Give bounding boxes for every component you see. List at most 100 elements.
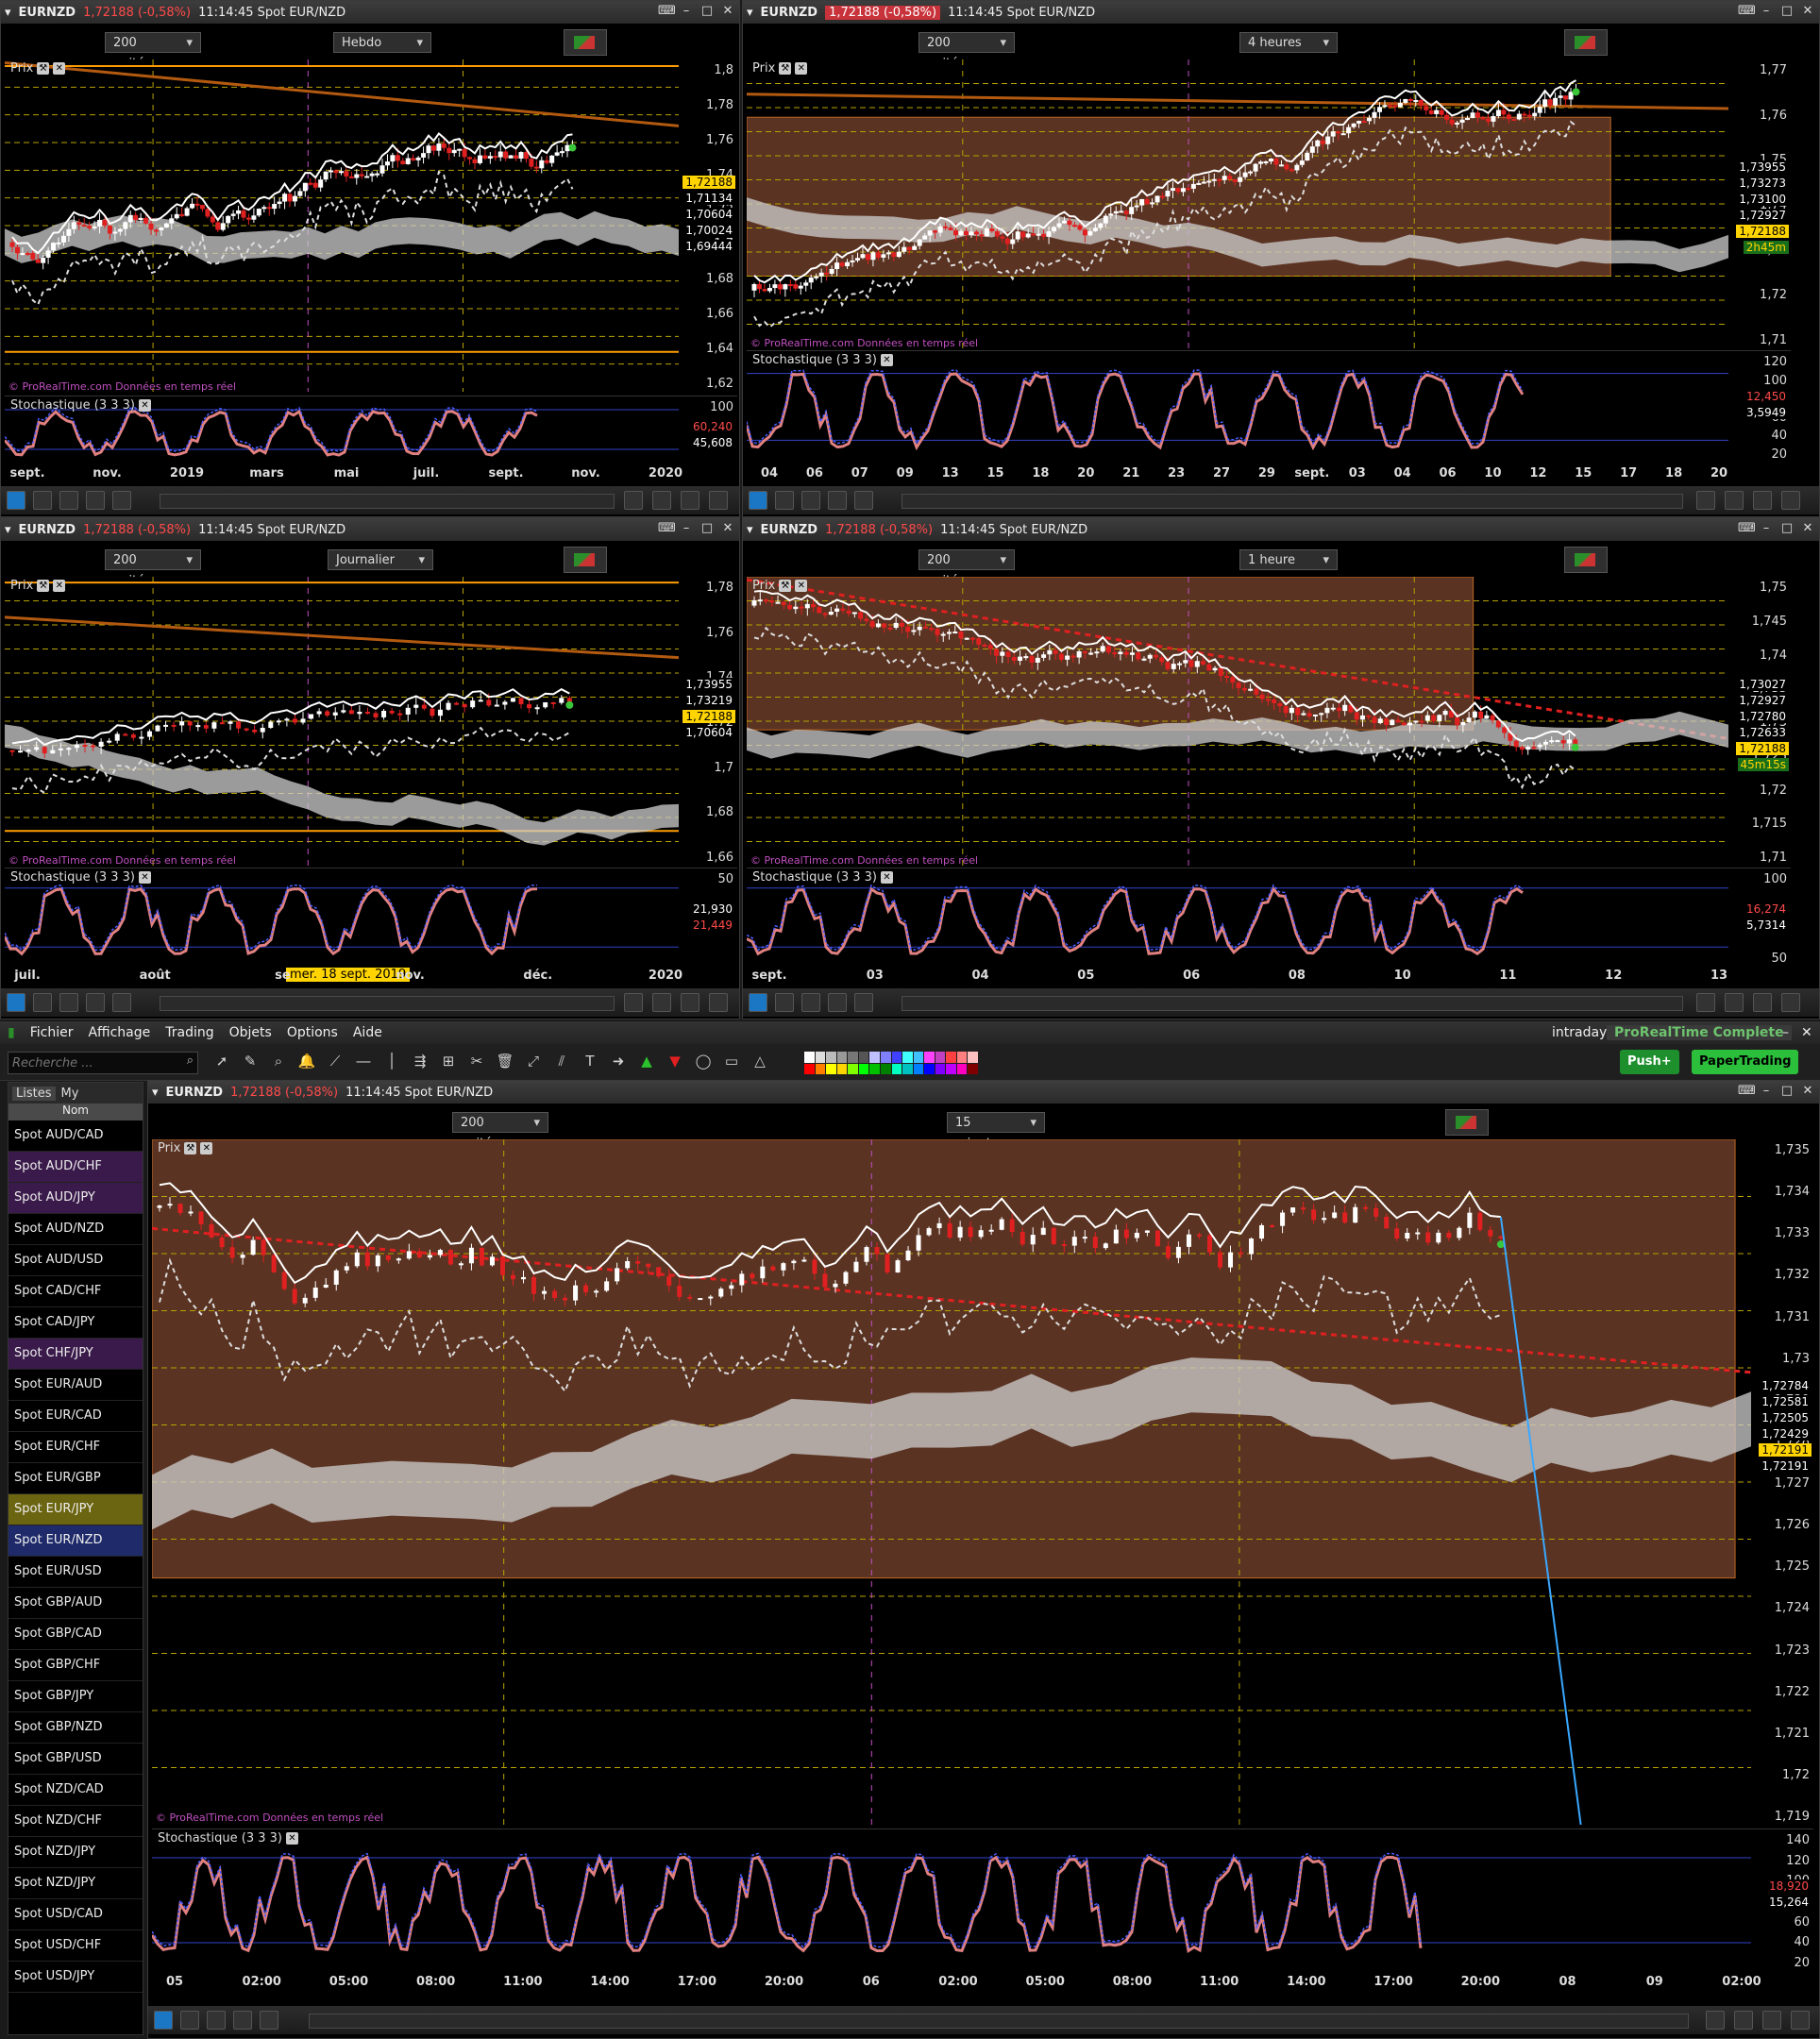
color-palette[interactable]: [804, 1052, 978, 1074]
close-icon[interactable]: ✕: [795, 62, 808, 75]
stochastic-axis[interactable]: 100 50 16,274 5,7314: [1728, 868, 1791, 967]
color-swatch[interactable]: [836, 1063, 848, 1074]
export-icon[interactable]: [854, 491, 873, 510]
price-chart[interactable]: Prix⚒✕ 1,771,761,751,741,731,721,711,739…: [747, 59, 1791, 348]
watchlist-item[interactable]: Spot AUD/JPY: [8, 1183, 143, 1214]
alert-bell-icon[interactable]: 🔔: [296, 1050, 317, 1072]
color-swatch[interactable]: [913, 1063, 924, 1074]
menu-objets[interactable]: Objets: [222, 1025, 279, 1040]
menu-aide[interactable]: Aide: [345, 1025, 390, 1040]
stochastic-axis[interactable]: 50 21,930 21,449: [679, 868, 737, 967]
watchlist-item[interactable]: Spot GBP/NZD: [8, 1712, 143, 1744]
ellipse-icon[interactable]: ◯: [693, 1050, 714, 1072]
share-icon[interactable]: [749, 993, 767, 1012]
indicator-icon[interactable]: [59, 491, 78, 510]
indicator-icon[interactable]: [59, 993, 78, 1012]
stochastic-panel[interactable]: Stochastique (3 3 3) ✕ 50 21,930 21,449: [5, 868, 737, 967]
tab-my[interactable]: My: [61, 1087, 79, 1101]
close-icon[interactable]: ✕: [53, 62, 66, 75]
sell-arrow-icon[interactable]: ▼: [665, 1050, 685, 1072]
watchlist-item[interactable]: Spot NZD/JPY: [8, 1868, 143, 1899]
watchlist-item[interactable]: Spot GBP/USD: [8, 1744, 143, 1775]
zoom-out-icon[interactable]: [681, 993, 699, 1012]
watchlist-item[interactable]: Spot NZD/CHF: [8, 1806, 143, 1837]
chevron-down-icon[interactable]: ▾: [5, 523, 11, 537]
watchlist-item[interactable]: Spot AUD/NZD: [8, 1214, 143, 1245]
time-axis[interactable]: sept. nov. 2019 mars mai juil. sept. nov. 2020: [5, 463, 737, 484]
zoom-out-icon[interactable]: [1762, 2011, 1781, 2030]
share-icon[interactable]: [749, 491, 767, 510]
color-swatch[interactable]: [858, 1052, 869, 1063]
screenshot-icon[interactable]: [828, 491, 847, 510]
export-icon[interactable]: [112, 993, 131, 1012]
menu-fichier[interactable]: Fichier: [23, 1025, 81, 1040]
trend-line[interactable]: [5, 615, 680, 660]
watchlist-item[interactable]: Spot GBP/CAD: [8, 1619, 143, 1650]
trash-icon[interactable]: 🗑: [495, 1050, 515, 1072]
color-swatch[interactable]: [935, 1063, 946, 1074]
zoom-in-icon[interactable]: [1791, 2011, 1810, 2030]
wrench-icon[interactable]: ⚒: [184, 1142, 197, 1154]
units-select[interactable]: 200 unités: [105, 32, 201, 71]
watchlist-item[interactable]: Spot NZD/JPY: [8, 1837, 143, 1868]
keyboard-icon[interactable]: ⌨: [658, 4, 676, 19]
menu-options[interactable]: Options: [279, 1025, 345, 1040]
screenshot-icon[interactable]: [233, 2011, 252, 2030]
trend-line[interactable]: [5, 61, 680, 127]
watchlist-item[interactable]: Spot GBP/CHF: [8, 1650, 143, 1681]
share-icon[interactable]: [154, 2011, 173, 2030]
zoom-out-icon[interactable]: [1753, 993, 1772, 1012]
maximize-button[interactable]: □: [1779, 521, 1795, 536]
watchlist-item[interactable]: Spot AUD/CAD: [8, 1121, 143, 1152]
chevron-down-icon[interactable]: ▾: [747, 6, 753, 20]
color-swatch[interactable]: [968, 1052, 978, 1063]
watchlist-item[interactable]: Spot CAD/CHF: [8, 1276, 143, 1307]
window-titlebar[interactable]: ▾ EURNZD 1,72188 (-0,58%) 11:14:45 Spot …: [743, 518, 1819, 541]
chart-window-daily[interactable]: ▾ EURNZD 1,72188 (-0,58%) 11:14:45 Spot …: [0, 517, 740, 1020]
auto-scale-icon[interactable]: [1706, 2011, 1725, 2030]
close-button[interactable]: ✕: [720, 521, 735, 536]
tab-listes[interactable]: Listes: [12, 1086, 56, 1101]
color-swatch[interactable]: [815, 1063, 826, 1074]
price-chart[interactable]: Prix⚒✕ 1,81,781,761,741,721,71,681,661,6…: [5, 59, 737, 392]
arrow-line-icon[interactable]: ⤢: [523, 1050, 544, 1072]
color-swatch[interactable]: [848, 1063, 858, 1074]
watchlist-item[interactable]: Spot GBP/JPY: [8, 1681, 143, 1712]
color-swatch[interactable]: [956, 1052, 968, 1063]
auto-scale-icon[interactable]: [1696, 491, 1715, 510]
layout-icon[interactable]: [775, 491, 794, 510]
layout-icon[interactable]: [33, 491, 52, 510]
watchlist-item[interactable]: Spot USD/CHF: [8, 1930, 143, 1962]
menu-trading[interactable]: Trading: [158, 1025, 221, 1040]
close-icon[interactable]: ✕: [53, 580, 66, 592]
keyboard-icon[interactable]: ⌨: [1738, 4, 1756, 19]
fibonacci-icon[interactable]: ⊞: [438, 1050, 459, 1072]
watchlist-item[interactable]: Spot AUD/USD: [8, 1245, 143, 1276]
color-swatch[interactable]: [880, 1063, 891, 1074]
horizontal-scrollbar[interactable]: [309, 2014, 1689, 2029]
watchlist-item[interactable]: Spot GBP/AUD: [8, 1588, 143, 1619]
horizontal-scrollbar[interactable]: [902, 996, 1683, 1011]
maximize-button[interactable]: □: [699, 521, 715, 536]
price-chart[interactable]: Prix⚒✕ 1,781,761,741,721,71,681,661,7395…: [5, 577, 737, 866]
window-titlebar[interactable]: ▾ EURNZD 1,72188 (-0,58%) 11:14:45 Spot …: [148, 1081, 1819, 1104]
price-chart[interactable]: Prix⚒✕ 1,751,7451,741,7351,731,7251,721,…: [747, 577, 1791, 866]
push-button[interactable]: Push+: [1620, 1050, 1679, 1074]
watchlist-item[interactable]: Spot USD/JPY: [8, 1962, 143, 1993]
indicator-icon[interactable]: [801, 491, 820, 510]
screenshot-icon[interactable]: [828, 993, 847, 1012]
price-axis[interactable]: 1,7351,7341,7331,7321,7311,731,7291,7281…: [1751, 1139, 1813, 1825]
close-icon[interactable]: ✕: [200, 1142, 213, 1154]
color-swatch[interactable]: [891, 1052, 902, 1063]
close-button[interactable]: ✕: [1800, 4, 1815, 19]
maximize-button[interactable]: □: [1779, 1084, 1795, 1099]
buy-arrow-icon[interactable]: ▲: [636, 1050, 657, 1072]
units-select[interactable]: 200 unités: [918, 32, 1015, 71]
channel-icon[interactable]: ⇶: [410, 1050, 430, 1072]
wrench-icon[interactable]: ⚒: [37, 580, 50, 592]
keyboard-icon[interactable]: ⌨: [1738, 1084, 1756, 1099]
watchlist-item[interactable]: Spot NZD/CAD: [8, 1775, 143, 1806]
arrow-right-icon[interactable]: ➜: [608, 1050, 629, 1072]
trading-mode-button[interactable]: [1564, 547, 1608, 573]
cursor-icon[interactable]: ➚: [211, 1050, 232, 1072]
